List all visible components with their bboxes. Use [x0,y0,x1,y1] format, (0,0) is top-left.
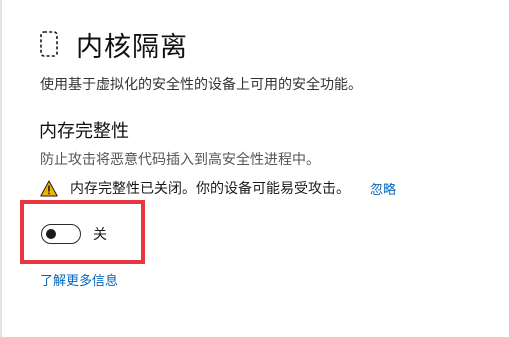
page-description: 使用基于虚拟化的安全性的设备上可用的安全功能。 [40,77,362,93]
memory-integrity-toggle[interactable] [41,224,81,244]
memory-integrity-description: 防止攻击将恶意代码插入到高安全性进程中。 [40,152,320,168]
warning-icon [40,180,58,197]
toggle-knob [46,229,56,239]
core-isolation-page: 内核隔离 使用基于虚拟化的安全性的设备上可用的安全功能。 内存完整性 防止攻击将… [0,0,509,337]
page-header: 内核隔离 [38,24,188,64]
core-isolation-chip-icon [38,28,60,60]
memory-integrity-title: 内存完整性 [39,121,129,142]
dismiss-warning-link[interactable]: 忽略 [370,179,396,198]
memory-integrity-warning: 内存完整性已关闭。你的设备可能易受攻击。 忽略 [40,178,396,198]
page-title: 内核隔离 [76,31,188,63]
toggle-state-label: 关 [93,227,107,243]
memory-integrity-toggle-row: 关 [41,222,107,246]
learn-more-link[interactable]: 了解更多信息 [40,270,118,289]
window-left-border [0,0,2,337]
warning-text: 内存完整性已关闭。你的设备可能易受攻击。 [70,181,350,197]
